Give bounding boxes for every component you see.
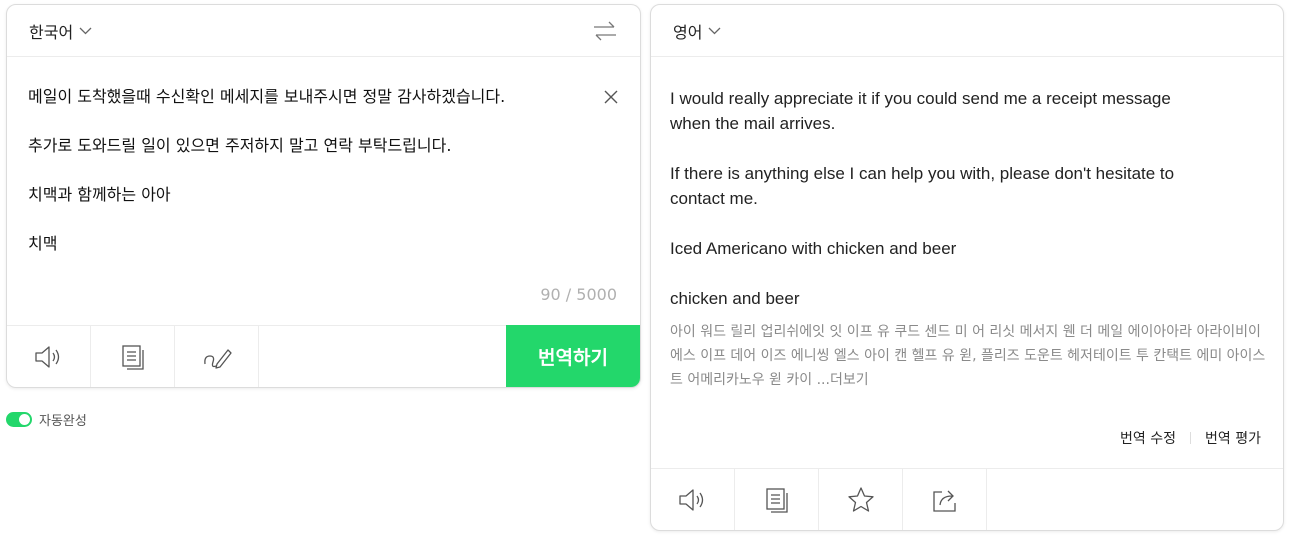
clear-icon[interactable] [603,89,619,105]
source-language-label: 한국어 [29,22,74,42]
speaker-icon [34,345,59,368]
target-language-select[interactable]: 영어 [673,19,721,43]
chevron-down-icon [708,27,721,34]
favorite-button[interactable] [819,469,903,530]
feedback-links: 번역 수정 번역 평가 [1120,428,1261,448]
autocomplete-label: 자동완성 [39,414,87,429]
handwriting-icon [203,348,232,369]
target-panel: 영어 I would really appreciate it if you c… [650,4,1284,531]
rate-translation-link[interactable]: 번역 평가 [1205,428,1261,448]
source-listen-button[interactable] [7,326,91,387]
translation-output: I would really appreciate it if you coul… [670,89,1175,308]
target-toolbar [651,468,1283,530]
edit-translation-link[interactable]: 번역 수정 [1120,428,1176,448]
source-header: 한국어 [7,5,640,57]
share-button[interactable] [903,469,987,530]
target-listen-button[interactable] [651,469,735,530]
source-copy-button[interactable] [91,326,175,387]
copy-icon [121,344,144,370]
chevron-down-icon [79,27,92,34]
pronunciation-text: 아이 워드 릴리 업리쉬에잇 잇 이프 유 쿠드 센드 미 어 리싯 메서지 웬… [670,320,1270,392]
copy-icon [765,487,788,513]
speaker-icon [678,488,703,511]
target-language-label: 영어 [673,22,703,42]
autocomplete-toggle[interactable]: 자동완성 [6,410,87,429]
pronunciation-body: 아이 워드 릴리 업리쉬에잇 잇 이프 유 쿠드 센드 미 어 리싯 메서지 웬… [670,324,1266,388]
share-icon [932,490,956,512]
source-text-input[interactable]: 메일이 도착했을때 수신확인 메세지를 보내주시면 정말 감사하겠습니다. 추가… [28,85,588,257]
target-header: 영어 [651,5,1283,57]
more-link[interactable]: ...더보기 [817,372,869,388]
swap-languages-icon[interactable] [592,20,618,42]
toggle-switch[interactable] [6,412,32,427]
character-count: 90 / 5000 [540,285,617,304]
target-copy-button[interactable] [735,469,819,530]
source-panel: 한국어 메일이 도착했을때 수신확인 메세지를 보내주시면 정말 감사하겠습니다… [6,4,641,388]
handwriting-button[interactable] [175,326,259,387]
translate-button[interactable]: 번역하기 [506,325,640,387]
source-language-select[interactable]: 한국어 [29,19,92,43]
star-icon [847,487,874,512]
divider [1190,432,1192,444]
